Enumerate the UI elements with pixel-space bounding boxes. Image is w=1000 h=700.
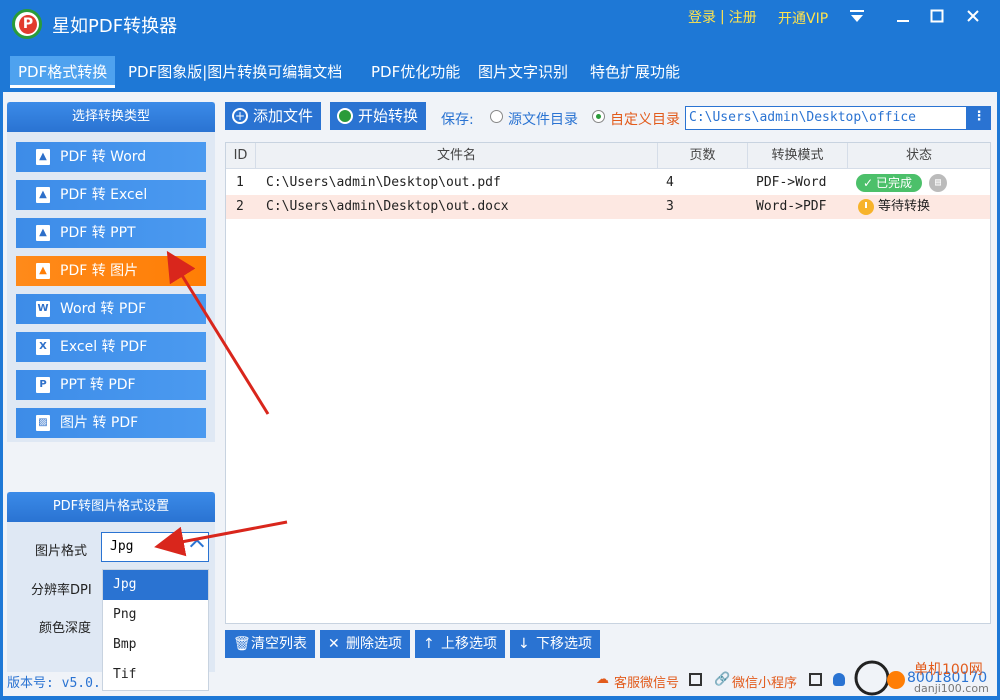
- annotation-arrows: [154, 250, 288, 557]
- annotation-arrow-types: [166, 250, 270, 415]
- annotation-arrow-format: [154, 520, 288, 557]
